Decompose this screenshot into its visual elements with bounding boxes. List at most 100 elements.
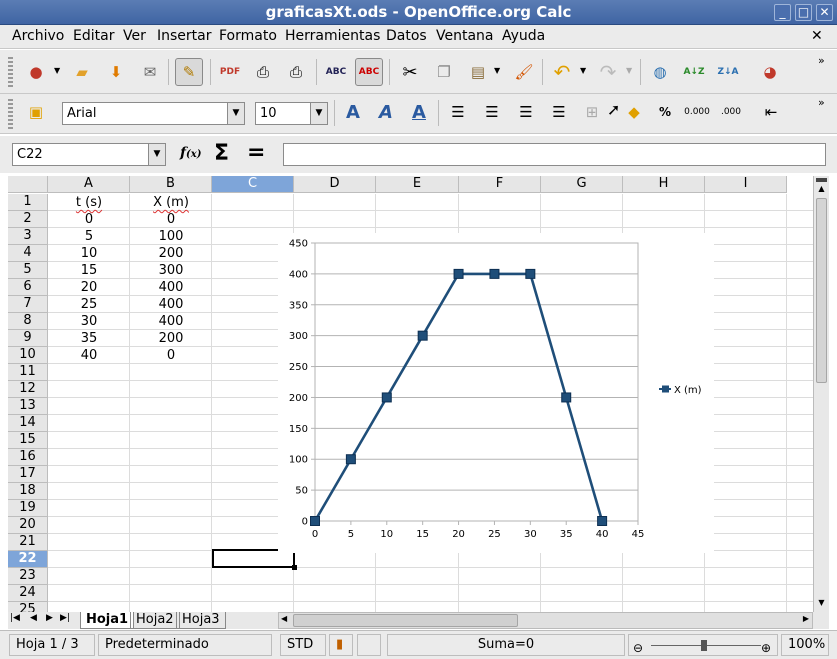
menu-herramientas[interactable]: Herramientas [285, 28, 380, 44]
cell-b8[interactable]: 400 [130, 313, 212, 330]
vertical-scrollbar[interactable]: ▲ ▼ [813, 176, 829, 612]
cell-a6[interactable]: 20 [48, 279, 130, 296]
undo-dropdown-icon[interactable]: ▼ [580, 66, 586, 75]
column-header-h[interactable]: H [623, 176, 705, 193]
row-header-3[interactable]: 3 [8, 228, 48, 245]
font-size-combo[interactable]: 10 ▼ [255, 102, 328, 125]
open-folder-icon[interactable]: ▰ [68, 58, 96, 86]
row-header-18[interactable]: 18 [8, 483, 48, 500]
cell-b9[interactable]: 200 [130, 330, 212, 347]
styles-formatting-icon[interactable]: ▣ [22, 98, 50, 126]
zoom-slider[interactable]: ⊖ ⊕ [628, 634, 778, 656]
currency-format-icon[interactable]: ◆ [620, 98, 648, 126]
horizontal-scroll-thumb[interactable] [293, 614, 518, 627]
spreadsheet-grid[interactable]: ABCDEFGHI 1 2 3 4 5 6 7 8 9 10 11 12 13 14 15 16 17 18 19 2… [8, 176, 813, 612]
italic-icon[interactable]: A [372, 98, 400, 126]
cell-a10[interactable]: 40 [48, 347, 130, 364]
redo-dropdown-icon[interactable]: ▼ [626, 66, 632, 75]
next-sheet-icon[interactable]: ▶ [46, 613, 53, 623]
function-equals-icon[interactable]: = [247, 140, 265, 165]
row-header-22[interactable]: 22 [8, 551, 48, 568]
scroll-down-icon[interactable]: ▼ [814, 596, 829, 610]
menu-formato[interactable]: Formato [219, 28, 277, 44]
status-zoom[interactable]: 100% [781, 634, 829, 656]
row-header-4[interactable]: 4 [8, 245, 48, 262]
cell-b7[interactable]: 400 [130, 296, 212, 313]
column-header-e[interactable]: E [376, 176, 459, 193]
spellcheck-icon[interactable]: ABC [322, 58, 350, 86]
column-header-i[interactable]: I [705, 176, 787, 193]
export-pdf-icon[interactable]: PDF [216, 58, 244, 86]
cell-b10[interactable]: 0 [130, 347, 212, 364]
minimize-icon[interactable]: _ [774, 4, 791, 21]
clone-formatting-icon[interactable]: 🖌 [510, 58, 538, 86]
paste-dropdown-icon[interactable]: ▼ [494, 66, 500, 75]
column-header-c[interactable]: C [212, 176, 294, 193]
print-icon[interactable]: ⎙ [249, 58, 277, 86]
cell-a4[interactable]: 10 [48, 245, 130, 262]
percent-format-icon[interactable]: % [651, 98, 679, 126]
select-all-corner[interactable] [8, 176, 48, 193]
font-name-combo[interactable]: Arial ▼ [62, 102, 245, 125]
cell-a9[interactable]: 35 [48, 330, 130, 347]
cell-b5[interactable]: 300 [130, 262, 212, 279]
row-header-9[interactable]: 9 [8, 330, 48, 347]
tab-hoja2[interactable]: Hoja2 [130, 612, 180, 629]
redo-icon[interactable]: ↷ [594, 58, 622, 86]
paste-icon[interactable]: ▤ [464, 58, 492, 86]
align-right-icon[interactable]: ☰ [512, 98, 540, 126]
close-window-icon[interactable]: ✕ [816, 4, 833, 21]
new-document-icon[interactable]: ● [22, 58, 50, 86]
row-header-24[interactable]: 24 [8, 585, 48, 602]
status-sum[interactable]: Suma=0 [387, 634, 625, 656]
column-header-d[interactable]: D [294, 176, 376, 193]
chevron-down-icon[interactable]: ▼ [148, 144, 165, 165]
status-mode[interactable]: STD [280, 634, 326, 656]
horizontal-scrollbar[interactable]: ◀ ▶ [278, 612, 813, 629]
row-header-19[interactable]: 19 [8, 500, 48, 517]
toolbar-overflow-icon[interactable]: » [818, 96, 825, 109]
vertical-scroll-thumb[interactable] [816, 198, 827, 383]
cell-b1[interactable]: X (m) [130, 194, 212, 211]
cell-a2[interactable]: 0 [48, 211, 130, 228]
decrease-indent-icon[interactable]: ⇤ [757, 98, 785, 126]
column-header-f[interactable]: F [459, 176, 541, 193]
sort-descending-icon[interactable]: Z↓A [714, 58, 742, 86]
menu-datos[interactable]: Datos [386, 28, 427, 44]
scroll-up-icon[interactable]: ▲ [814, 182, 829, 196]
tab-hoja3[interactable]: Hoja3 [176, 612, 226, 629]
zoom-out-icon[interactable]: ⊖ [633, 638, 643, 658]
cell-b4[interactable]: 200 [130, 245, 212, 262]
row-header-15[interactable]: 15 [8, 432, 48, 449]
save-icon[interactable]: ⬇ [102, 58, 130, 86]
cell-a3[interactable]: 5 [48, 228, 130, 245]
row-header-1[interactable]: 1 [8, 194, 48, 211]
chart-object[interactable]: 0 50 100 150 200 250 300 350 400 450 0 5 10 15 20 25 30 3… [278, 233, 714, 553]
page-preview-icon[interactable]: ⎙ [282, 58, 310, 86]
autospellcheck-icon[interactable]: ABC [355, 58, 383, 86]
menu-ver[interactable]: Ver [123, 28, 146, 44]
cell-a1[interactable]: t (s) [48, 194, 130, 211]
last-sheet-icon[interactable]: ▶| [60, 613, 70, 623]
cell-a8[interactable]: 30 [48, 313, 130, 330]
edit-file-icon[interactable]: ✎ [175, 58, 203, 86]
row-header-17[interactable]: 17 [8, 466, 48, 483]
row-header-21[interactable]: 21 [8, 534, 48, 551]
email-icon[interactable]: ✉ [136, 58, 164, 86]
zoom-thumb[interactable] [701, 640, 707, 651]
row-header-8[interactable]: 8 [8, 313, 48, 330]
row-header-23[interactable]: 23 [8, 568, 48, 585]
zoom-in-icon[interactable]: ⊕ [761, 638, 771, 658]
row-header-25[interactable]: 25 [8, 602, 48, 612]
tab-hoja1[interactable]: Hoja1 [80, 612, 135, 629]
cut-icon[interactable]: ✂ [396, 58, 424, 86]
column-header-a[interactable]: A [48, 176, 130, 193]
formula-input[interactable] [283, 143, 826, 166]
column-header-b[interactable]: B [130, 176, 212, 193]
close-document-icon[interactable]: ✕ [811, 28, 823, 44]
cell-a7[interactable]: 25 [48, 296, 130, 313]
new-dropdown-icon[interactable]: ▼ [54, 66, 60, 75]
underline-icon[interactable]: A [405, 98, 433, 126]
align-center-icon[interactable]: ☰ [478, 98, 506, 126]
menu-insertar[interactable]: Insertar [157, 28, 212, 44]
